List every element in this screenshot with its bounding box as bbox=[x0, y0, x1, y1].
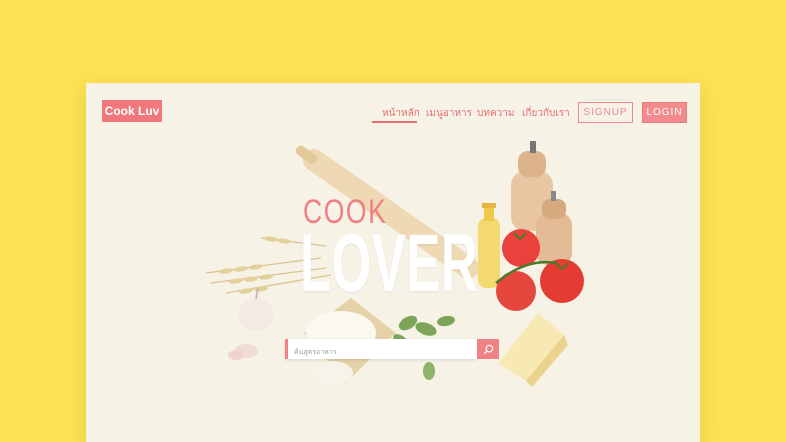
hero-title-large: LOVER bbox=[300, 218, 479, 309]
nav-active-indicator bbox=[372, 121, 417, 123]
signup-button[interactable]: SIGNUP bbox=[578, 102, 633, 123]
search-button[interactable] bbox=[477, 339, 499, 359]
logo[interactable]: Cook Luv bbox=[102, 100, 162, 122]
nav-item-menu[interactable]: เมนูอาหาร bbox=[426, 106, 472, 121]
nav-item-articles[interactable]: บทความ bbox=[477, 106, 514, 121]
search-input[interactable] bbox=[288, 343, 474, 361]
nav-item-home[interactable]: หน้าหลัก bbox=[382, 106, 420, 121]
search-icon bbox=[483, 344, 493, 354]
search-bar bbox=[285, 339, 477, 361]
cheese-icon bbox=[498, 313, 568, 387]
oil-bottle-icon bbox=[478, 203, 500, 288]
nav-item-about[interactable]: เกี่ยวกับเรา bbox=[522, 106, 570, 121]
browser-page: Cook Luv หน้าหลัก เมนูอาหาร บทความ เกี่ย… bbox=[86, 83, 700, 442]
login-button[interactable]: LOGIN bbox=[642, 102, 687, 123]
garlic-icon bbox=[228, 287, 274, 360]
